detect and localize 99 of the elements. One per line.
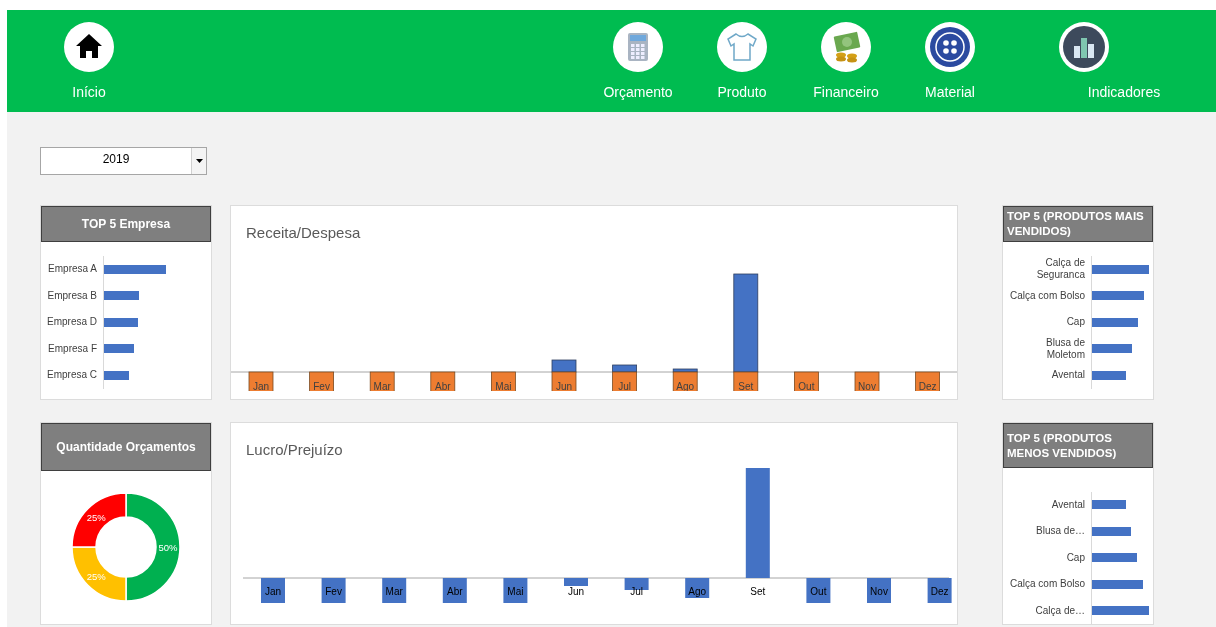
bar-label: Calça com Bolso bbox=[1009, 577, 1086, 592]
bar bbox=[1092, 264, 1149, 274]
bar-label: Cap bbox=[1065, 550, 1086, 565]
nav-button[interactable]: Indicadores bbox=[1002, 22, 1166, 100]
panel-header: TOP 5 Empresa bbox=[41, 206, 211, 242]
expense-bar bbox=[309, 371, 334, 391]
bar-label: Avental bbox=[1050, 497, 1086, 512]
nav-button[interactable]: Financeiro bbox=[794, 22, 898, 100]
panel-header: TOP 5 (PRODUTOS MENOS VENDIDOS) bbox=[1003, 423, 1153, 469]
nav-button[interactable]: Início bbox=[37, 22, 141, 100]
bar-label: Empresa C bbox=[47, 368, 98, 383]
bar-label: Blusa de… bbox=[1035, 524, 1086, 539]
profit-bar bbox=[261, 578, 285, 603]
panel-header: Quantidade Orçamentos bbox=[41, 423, 211, 471]
expense-bar bbox=[915, 371, 940, 391]
bar-label: Cap bbox=[1065, 315, 1086, 330]
revenue-bar bbox=[612, 364, 637, 373]
expense-bar bbox=[854, 371, 880, 391]
bar bbox=[1092, 317, 1138, 327]
bar-label: Empresa D bbox=[47, 315, 98, 330]
month-label: Mar bbox=[385, 586, 403, 597]
revenue-bar bbox=[551, 359, 577, 373]
expense-bar bbox=[612, 371, 637, 391]
month-label: Dez bbox=[930, 586, 949, 597]
bar bbox=[104, 291, 139, 301]
house-icon bbox=[64, 22, 114, 72]
month-label: Set bbox=[750, 586, 766, 597]
month-label: Jan bbox=[264, 586, 282, 597]
chart-title: Receita/Despesa bbox=[246, 224, 362, 241]
month-label: Nov bbox=[870, 586, 888, 597]
expense-bar bbox=[733, 371, 759, 391]
expense-bar bbox=[794, 371, 819, 391]
expense-bar bbox=[491, 371, 516, 391]
month-label: Dez bbox=[918, 381, 937, 391]
bar-label: Calça de… bbox=[1034, 603, 1086, 618]
nav-button[interactable]: Orçamento bbox=[586, 22, 690, 100]
sewing-button-icon bbox=[925, 22, 975, 72]
bar bbox=[104, 344, 134, 354]
chart-title: Lucro/Prejuízo bbox=[246, 441, 344, 458]
money-icon bbox=[821, 22, 871, 72]
profit-bar bbox=[382, 578, 407, 603]
bar-label: Calça de Seguranca bbox=[1035, 256, 1086, 283]
bar bbox=[1092, 606, 1149, 616]
bar-label: Blusa de Moletom bbox=[1045, 335, 1086, 362]
expense-bar bbox=[672, 371, 698, 391]
slice-label: 25% bbox=[86, 571, 106, 583]
profit-bar bbox=[564, 578, 588, 586]
bar bbox=[104, 264, 166, 274]
bar-chart-icon bbox=[1059, 22, 1109, 72]
profit-bar bbox=[806, 578, 831, 603]
bar bbox=[1092, 500, 1126, 510]
bar-label: Empresa B bbox=[47, 288, 98, 303]
month-label: Out bbox=[810, 586, 827, 597]
profit-bar bbox=[685, 578, 710, 598]
bar bbox=[104, 370, 129, 380]
nav-button[interactable]: Produto bbox=[690, 22, 794, 100]
bar bbox=[1092, 553, 1137, 563]
month-label: Out bbox=[798, 381, 815, 391]
month-label: Abr bbox=[447, 586, 463, 597]
expense-bar bbox=[369, 371, 395, 391]
month-label: Jan bbox=[252, 381, 270, 391]
month-label: Fev bbox=[325, 586, 342, 597]
bar bbox=[1092, 526, 1131, 536]
bar bbox=[1092, 579, 1143, 589]
profit-bar bbox=[927, 578, 952, 603]
profit-bar bbox=[321, 578, 346, 603]
bar bbox=[1092, 344, 1132, 354]
panel-header: TOP 5 (PRODUTOS MAIS VENDIDOS) bbox=[1003, 206, 1153, 242]
profit-bar bbox=[503, 578, 528, 603]
profit-bar bbox=[442, 578, 467, 603]
nav-button[interactable]: Material bbox=[898, 22, 1002, 100]
bar-label: Empresa F bbox=[47, 341, 98, 356]
expense-bar bbox=[430, 371, 456, 391]
bar bbox=[1092, 291, 1144, 301]
shirt-icon bbox=[717, 22, 767, 72]
slice-label: 25% bbox=[86, 511, 106, 523]
calculator-icon bbox=[613, 22, 663, 72]
bar-label: Empresa A bbox=[47, 262, 98, 277]
bar-label: Avental bbox=[1050, 368, 1086, 383]
expense-bar bbox=[248, 371, 274, 391]
slice-label: 50% bbox=[158, 541, 178, 553]
year-dropdown[interactable]: 2019 bbox=[40, 147, 207, 175]
bar-label: Calça com Bolso bbox=[1009, 288, 1086, 303]
month-label: Jul bbox=[618, 381, 631, 391]
month-label: Mai bbox=[495, 381, 512, 391]
month-label: Fev bbox=[313, 381, 330, 391]
month-label: Set bbox=[738, 381, 754, 391]
month-label: Ago bbox=[688, 586, 707, 597]
profit-bar bbox=[867, 578, 891, 603]
bar bbox=[104, 317, 138, 327]
month-label: Nov bbox=[858, 381, 876, 391]
month-label: Mar bbox=[373, 381, 391, 391]
expense-bar bbox=[551, 371, 577, 391]
month-label: Mai bbox=[507, 586, 524, 597]
month-label: Jun bbox=[567, 586, 585, 597]
bar bbox=[1092, 370, 1126, 380]
caret-icon bbox=[195, 159, 203, 163]
month-label: Jun bbox=[555, 381, 573, 391]
month-label: Abr bbox=[435, 381, 451, 391]
